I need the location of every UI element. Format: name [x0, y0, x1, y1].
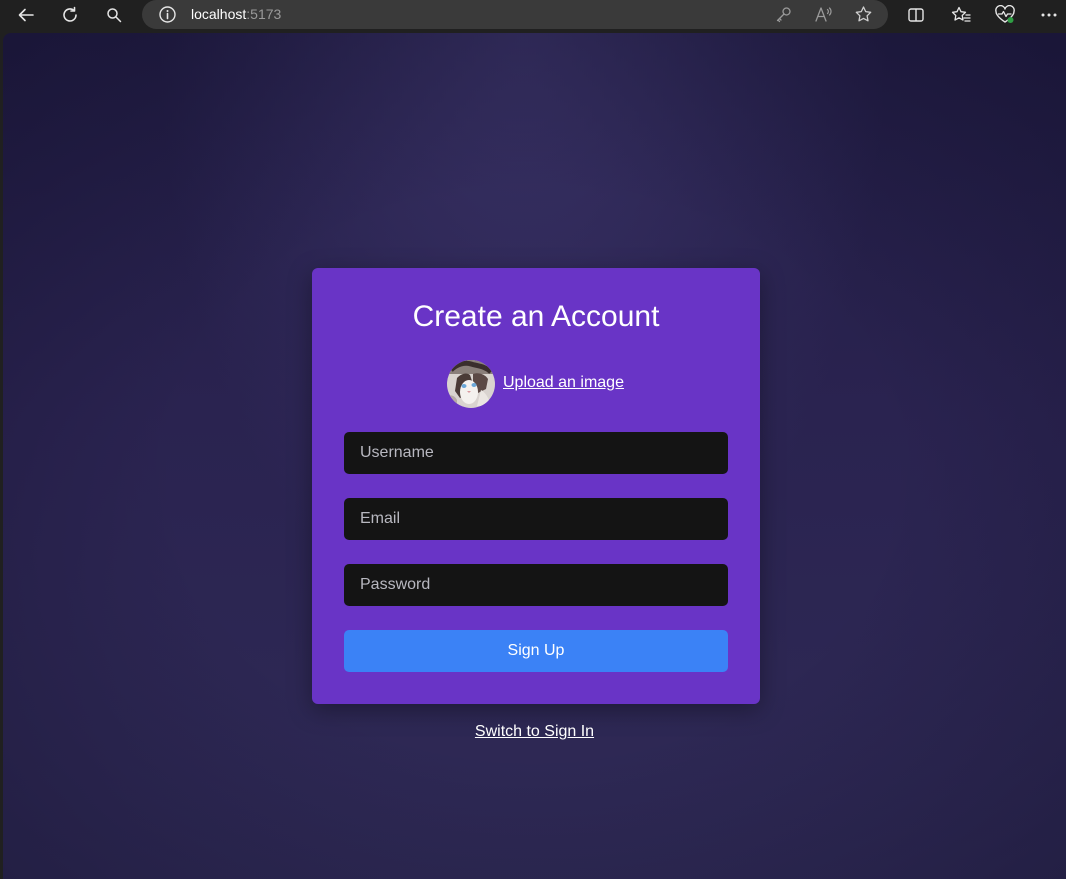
- switch-to-sign-in-link[interactable]: Switch to Sign In: [475, 723, 594, 740]
- browser-toolbar: localhost:5173: [0, 0, 1066, 30]
- key-icon[interactable]: [774, 5, 793, 24]
- username-input[interactable]: [344, 432, 728, 474]
- password-input[interactable]: [344, 564, 728, 606]
- signup-card: Create an Account Upload an image Sign U…: [312, 268, 760, 704]
- info-icon[interactable]: [158, 5, 177, 24]
- avatar[interactable]: [447, 360, 495, 408]
- back-icon[interactable]: [14, 3, 38, 27]
- page-viewport: Create an Account Upload an image Sign U…: [3, 33, 1066, 879]
- sign-up-button[interactable]: Sign Up: [344, 630, 728, 672]
- refresh-icon[interactable]: [58, 3, 82, 27]
- browser-essentials-icon[interactable]: [994, 4, 1016, 26]
- email-input[interactable]: [344, 498, 728, 540]
- page-title: Create an Account: [412, 300, 660, 333]
- read-aloud-icon[interactable]: [814, 5, 833, 24]
- address-bar[interactable]: localhost:5173: [142, 0, 888, 29]
- favorite-star-icon[interactable]: [854, 5, 873, 24]
- address-url: localhost:5173: [191, 6, 281, 22]
- address-port: :5173: [246, 6, 282, 22]
- switch-link-container: Switch to Sign In: [3, 723, 1066, 741]
- upload-image-link[interactable]: Upload an image: [503, 374, 624, 392]
- favorites-icon[interactable]: [950, 4, 972, 26]
- search-icon[interactable]: [102, 3, 126, 27]
- cat-avatar-image: [447, 360, 495, 408]
- address-host: localhost: [191, 6, 247, 22]
- more-icon[interactable]: [1038, 4, 1060, 26]
- split-screen-icon[interactable]: [905, 4, 927, 26]
